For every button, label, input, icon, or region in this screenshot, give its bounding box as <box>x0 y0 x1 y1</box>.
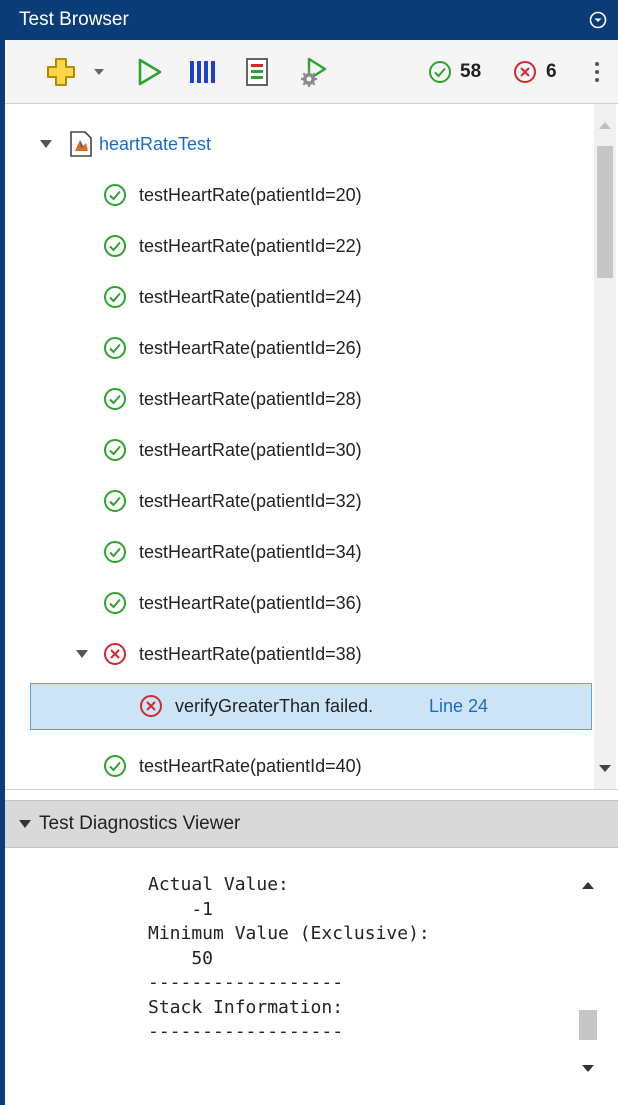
diagnostics-header[interactable]: Test Diagnostics Viewer <box>5 800 618 848</box>
pass-check-icon <box>103 285 127 314</box>
collapse-caret-icon[interactable] <box>75 647 89 661</box>
diagnostics-text: Actual Value: -1 Minimum Value (Exclusive… <box>148 873 430 1045</box>
fail-x-icon <box>103 642 127 671</box>
chevron-down-circle-icon <box>589 11 607 29</box>
passed-count: 58 <box>460 61 482 82</box>
diag-line: ------------------ <box>148 1021 344 1042</box>
scroll-up-arrow-icon[interactable] <box>582 882 594 890</box>
test-node[interactable]: testHeartRate(patientId=36) <box>5 578 590 629</box>
test-node[interactable]: testHeartRate(patientId=28) <box>5 374 590 425</box>
run-options-button[interactable] <box>294 40 334 104</box>
plus-icon <box>47 58 75 86</box>
x-circle-icon <box>514 61 536 83</box>
failed-count: 6 <box>546 61 557 82</box>
test-node-label: testHeartRate(patientId=32) <box>139 491 362 511</box>
vertical-ellipsis-icon <box>595 62 599 82</box>
title-bar: Test Browser <box>5 0 618 40</box>
test-node-label: testHeartRate(patientId=36) <box>139 593 362 613</box>
test-node-label: testHeartRate(patientId=40) <box>139 756 362 776</box>
test-tree: heartRateTest testHeartRate(patientId=20… <box>5 104 618 790</box>
test-node-label: testHeartRate(patientId=22) <box>139 236 362 256</box>
run-tests-button[interactable] <box>133 40 167 104</box>
pass-check-icon <box>103 183 127 212</box>
test-node[interactable]: testHeartRate(patientId=40) <box>5 741 590 789</box>
test-node-label: testHeartRate(patientId=24) <box>139 287 362 307</box>
play-icon <box>138 58 162 86</box>
diagnostics-scrollbar[interactable] <box>575 870 601 1088</box>
diag-line: 50 <box>148 947 214 969</box>
test-file-icon <box>68 130 94 163</box>
test-node[interactable]: testHeartRate(patientId=34) <box>5 527 590 578</box>
test-node[interactable]: testHeartRate(patientId=26) <box>5 323 590 374</box>
fail-x-icon <box>139 694 163 723</box>
diagnostics-viewer: Actual Value: -1 Minimum Value (Exclusive… <box>5 848 618 1105</box>
scroll-up-arrow-icon[interactable] <box>599 122 611 130</box>
test-node-label: testHeartRate(patientId=20) <box>139 185 362 205</box>
diag-line: ------------------ <box>148 972 344 993</box>
add-tests-dropdown[interactable] <box>91 40 107 104</box>
panel-menu-button[interactable] <box>578 0 618 40</box>
test-node-label: testHeartRate(patientId=38) <box>139 644 362 664</box>
parallel-bars-icon <box>190 61 215 83</box>
pass-check-icon <box>103 387 127 416</box>
pass-check-icon <box>103 234 127 263</box>
diagnostics-title: Test Diagnostics Viewer <box>39 813 241 834</box>
pass-check-icon <box>103 489 127 518</box>
diag-line: -1 <box>148 898 214 920</box>
caret-down-icon <box>94 69 104 75</box>
collapse-caret-icon <box>19 820 31 828</box>
diag-line: Actual Value: <box>148 874 289 895</box>
pass-check-icon <box>103 438 127 467</box>
check-circle-icon <box>429 61 451 83</box>
toolbar: 58 6 <box>5 40 618 104</box>
test-node-label: testHeartRate(patientId=30) <box>139 440 362 460</box>
test-node[interactable]: testHeartRate(patientId=30) <box>5 425 590 476</box>
test-node[interactable]: testHeartRate(patientId=20) <box>5 170 590 221</box>
tree-scroll-thumb[interactable] <box>597 146 613 278</box>
tree-scrollbar[interactable] <box>594 104 616 789</box>
test-node[interactable]: testHeartRate(patientId=24) <box>5 272 590 323</box>
failure-label: verifyGreaterThan failed. <box>175 696 374 716</box>
diagnostics-scroll-thumb[interactable] <box>579 1010 597 1040</box>
pass-check-icon <box>103 591 127 620</box>
run-parallel-button[interactable] <box>185 40 219 104</box>
report-icon <box>246 58 268 86</box>
failure-diagnostic-row[interactable]: verifyGreaterThan failed. Line 24 <box>30 683 592 730</box>
failed-filter-icon[interactable] <box>510 40 540 104</box>
run-with-gear-icon <box>301 57 327 87</box>
test-report-button[interactable] <box>240 40 274 104</box>
tree-root-label: heartRateTest <box>99 134 212 154</box>
add-tests-button[interactable] <box>41 40 81 104</box>
test-node[interactable]: testHeartRate(patientId=22) <box>5 221 590 272</box>
scroll-down-arrow-icon[interactable] <box>582 1064 594 1072</box>
pass-check-icon <box>103 336 127 365</box>
collapse-caret-icon[interactable] <box>39 137 53 151</box>
passed-filter-icon[interactable] <box>425 40 455 104</box>
pass-check-icon <box>103 540 127 569</box>
scroll-down-arrow-icon[interactable] <box>599 764 611 772</box>
test-node-failed[interactable]: testHeartRate(patientId=38) <box>5 629 590 680</box>
test-node[interactable]: testHeartRate(patientId=32) <box>5 476 590 527</box>
diag-line: Stack Information: <box>148 996 344 1018</box>
test-node-label: testHeartRate(patientId=26) <box>139 338 362 358</box>
tree-root-heartratetest[interactable]: heartRateTest <box>5 119 590 170</box>
pass-check-icon <box>103 754 127 783</box>
test-node-label: testHeartRate(patientId=28) <box>139 389 362 409</box>
more-options-button[interactable] <box>587 40 607 104</box>
test-node-label: testHeartRate(patientId=34) <box>139 542 362 562</box>
panel-title: Test Browser <box>19 9 129 30</box>
diag-line: Minimum Value (Exclusive): <box>148 923 430 944</box>
line-link[interactable]: Line 24 <box>429 696 488 717</box>
